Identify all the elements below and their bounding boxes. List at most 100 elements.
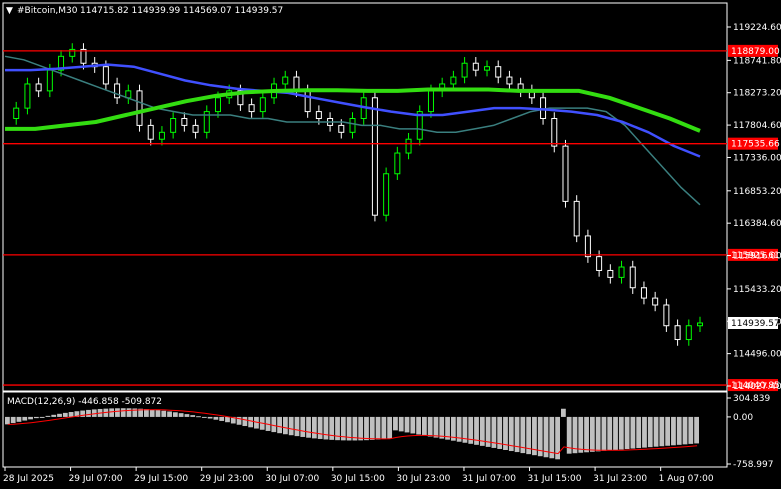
macd-histogram-bar [694, 416, 699, 444]
macd-histogram-bar [561, 408, 566, 417]
candle-body [371, 97, 378, 216]
current-price-label: 114939.57 [731, 319, 780, 329]
macd-histogram-bar [323, 416, 329, 440]
time-tick-label: 28 Jul 2025 [3, 474, 54, 484]
macd-histogram-bar [45, 415, 51, 417]
macd-histogram-bar [16, 416, 22, 422]
candle-body [450, 76, 457, 85]
candle-body [125, 90, 132, 99]
macd-histogram-bar [410, 416, 416, 434]
candle-body [674, 325, 681, 341]
macd-histogram-bar [404, 416, 410, 433]
macd-histogram-bar [178, 413, 184, 417]
macd-histogram-bar [271, 416, 277, 433]
candle-body [663, 304, 670, 327]
macd-histogram-bar [288, 416, 294, 436]
macd-histogram-bar [398, 416, 404, 432]
candle-body [136, 90, 143, 126]
macd-histogram-bar [589, 416, 595, 452]
macd-histogram-bar [57, 413, 62, 417]
macd-histogram-bar [51, 414, 57, 417]
macd-histogram-bar [109, 408, 115, 417]
trading-chart[interactable]: 118879.00117535.66115925.61114040.85 304… [0, 0, 781, 489]
candle-body [484, 66, 491, 71]
macd-histogram-bar [201, 416, 207, 418]
ohlc-readout: 114715.82 114939.99 114569.07 114939.57 [80, 6, 283, 16]
candle-body [472, 62, 479, 71]
ma-mid-line [5, 63, 701, 158]
macd-histogram-bar [167, 411, 172, 417]
candle-body [394, 152, 401, 175]
macd-histogram-bar [115, 408, 120, 417]
candles-layer [13, 43, 703, 346]
macd-histogram-bar [659, 416, 665, 447]
candle-body [170, 117, 177, 133]
macd-histogram-bar [39, 416, 45, 418]
candle-body [13, 107, 20, 119]
candle-body [181, 117, 188, 126]
macd-histogram-bar [393, 416, 398, 431]
macd-histogram-bar [375, 416, 381, 440]
time-tick-label: 31 Jul 23:00 [593, 474, 647, 484]
macd-histogram-bar [607, 416, 613, 451]
macd-histogram-bar [283, 416, 288, 435]
candle-body [697, 322, 703, 327]
macd-histogram-bar [225, 416, 230, 423]
macd-histogram-bar [329, 416, 335, 440]
price-tick-label: 119224.60 [733, 23, 781, 33]
candle-body [214, 97, 221, 113]
macd-histogram-bar [416, 416, 421, 435]
macd-histogram-bar [149, 409, 155, 417]
candle-body [259, 97, 266, 113]
macd-histogram-bar [595, 416, 601, 452]
candle-body [315, 111, 322, 119]
main-pane-frame [2, 2, 728, 392]
candle-body [338, 124, 345, 133]
candle-body [495, 66, 502, 78]
macd-histogram-bar [306, 416, 311, 438]
price-tick-label: 116384.60 [733, 219, 781, 229]
price-tick-label: 114027.40 [733, 382, 781, 392]
candle-body [427, 90, 434, 113]
macd-histogram-bar [613, 416, 618, 450]
macd-histogram-bar [630, 416, 636, 449]
macd-histogram-bar [311, 416, 317, 439]
price-tick-label: 117804.60 [733, 121, 781, 131]
time-tick-label: 31 Jul 15:00 [528, 474, 582, 484]
macd-histogram-bar [665, 416, 671, 446]
macd-histogram-bar [352, 416, 358, 441]
time-tick-label: 1 Aug 07:00 [659, 474, 714, 484]
macd-histogram-bar [653, 416, 659, 447]
candle-body [461, 62, 468, 78]
price-tick-label: 117336.00 [733, 153, 781, 163]
macd-histogram-bar [369, 416, 375, 440]
price-tick-label: 115916.00 [733, 252, 781, 262]
macd-histogram-bar [5, 416, 10, 425]
candle-body [383, 173, 390, 216]
macd-histogram-bar [682, 416, 688, 445]
macd-histogram-bar [584, 416, 589, 453]
macd-histogram-bar [62, 412, 68, 417]
macd-histogram-bar [172, 412, 178, 417]
candle-body [46, 69, 53, 92]
macd-histogram-bar [207, 416, 213, 419]
candle-body [304, 90, 311, 113]
candle-body [35, 83, 42, 92]
macd-histogram-bar [636, 416, 642, 449]
macd-tick-label: 304.839 [733, 394, 770, 404]
macd-histogram-bar [184, 414, 190, 417]
time-axis: 28 Jul 2025 29 Jul 07:00 29 Jul 15:00 29 Ju… [3, 467, 714, 484]
macd-histogram-bar [155, 410, 161, 417]
candle-body [282, 76, 289, 85]
macd-histogram-bar [190, 415, 196, 417]
symbol-timeframe: #Bitcoin,M30 [17, 6, 78, 16]
macd-histogram-bar [427, 416, 433, 437]
time-tick-label: 30 Jul 23:00 [396, 474, 450, 484]
price-tick-label: 115433.20 [733, 285, 781, 295]
candle-body [147, 124, 154, 140]
macd-histogram-bar [277, 416, 282, 434]
menu-chevron-icon[interactable]: ▼ [6, 6, 13, 16]
macd-tick-label: 0.00 [733, 413, 753, 423]
candle-body [573, 200, 580, 237]
macd-histogram-bar [618, 416, 624, 450]
